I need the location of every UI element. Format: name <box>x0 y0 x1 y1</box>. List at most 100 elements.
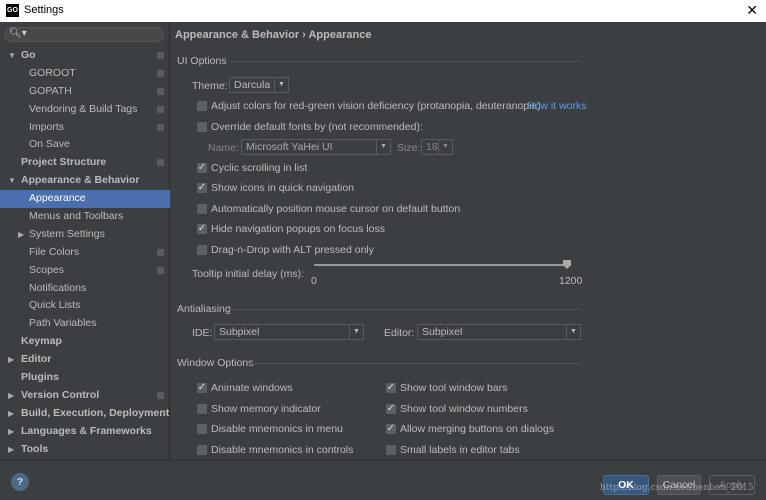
chevron-down-icon: ▼ <box>566 325 580 339</box>
sidebar-item-label: GOROOT <box>29 66 76 79</box>
editor-antialiasing-select[interactable]: Subpixel ▼ <box>417 324 581 340</box>
font-size-select[interactable]: 18 ▼ <box>421 139 453 155</box>
override-fonts-label: Override default fonts by (not recommend… <box>211 121 423 133</box>
auto-position-label: Automatically position mouse cursor on d… <box>211 203 461 215</box>
sidebar-item[interactable]: Imports <box>0 119 170 137</box>
window-option-checkbox[interactable]: ✓ <box>386 424 396 434</box>
ide-antialiasing-select[interactable]: Subpixel ▼ <box>214 324 364 340</box>
collapse-arrow-icon[interactable]: ▶ <box>8 405 14 423</box>
sidebar-item[interactable]: GOPATH <box>0 83 170 101</box>
sidebar-item[interactable]: Project Structure <box>0 154 170 172</box>
sidebar-item-label: Path Variables <box>29 317 97 330</box>
sidebar-item[interactable]: ▶ Build, Execution, Deployment <box>0 405 170 423</box>
window-option-checkbox[interactable]: ✓ <box>386 383 396 393</box>
cyclic-scrolling-label: Cyclic scrolling in list <box>211 162 308 174</box>
font-size-label: Size: <box>397 142 421 154</box>
hide-popups-checkbox[interactable]: ✓ <box>197 224 207 234</box>
theme-value: Darcula <box>234 79 271 91</box>
project-settings-icon <box>157 248 164 256</box>
project-settings-icon <box>157 87 164 95</box>
how-it-works-link[interactable]: How it works <box>527 100 587 112</box>
sidebar-item[interactable]: ▶ Version Control <box>0 387 170 405</box>
sidebar-item[interactable]: ▶ Editor <box>0 351 170 369</box>
tooltip-delay-slider[interactable] <box>314 260 571 274</box>
theme-label: Theme: <box>192 80 228 92</box>
adjust-colors-checkbox[interactable] <box>197 101 207 111</box>
sidebar-item[interactable]: Vendoring & Build Tags <box>0 101 170 119</box>
chevron-down-icon: ▼ <box>349 325 363 339</box>
close-icon[interactable]: ✕ <box>746 2 758 19</box>
expand-arrow-icon[interactable]: ▼ <box>8 47 16 65</box>
override-fonts-checkbox[interactable] <box>197 122 207 132</box>
sidebar-item-label: Build, Execution, Deployment <box>21 406 170 419</box>
tooltip-delay-label: Tooltip initial delay (ms): <box>192 268 305 280</box>
collapse-arrow-icon[interactable]: ▶ <box>8 351 14 369</box>
show-icons-label: Show icons in quick navigation <box>211 182 355 194</box>
collapse-arrow-icon[interactable]: ▶ <box>18 226 24 244</box>
slider-track <box>314 264 571 266</box>
sidebar-item[interactable]: Plugins <box>0 369 170 387</box>
sidebar-item-label: Appearance <box>29 192 86 205</box>
sidebar-item[interactable]: Appearance <box>0 190 170 209</box>
expand-arrow-icon[interactable]: ▼ <box>8 172 16 190</box>
project-settings-icon <box>157 159 164 167</box>
collapse-arrow-icon[interactable]: ▶ <box>8 441 14 459</box>
sidebar-item[interactable]: Keymap <box>0 333 170 351</box>
slider-max-label: 1200 <box>559 275 583 287</box>
sidebar-item-label: On Save <box>29 138 70 151</box>
settings-tree: ▼ Go GOROOT GOPATH Vendoring & Build Tags Imp… <box>0 47 170 458</box>
window-option-checkbox[interactable] <box>197 403 207 414</box>
collapse-arrow-icon[interactable]: ▶ <box>8 423 14 441</box>
search-input[interactable]: 🔍︎▾ <box>4 27 164 42</box>
collapse-arrow-icon[interactable]: ▶ <box>8 387 14 405</box>
window-option-checkbox[interactable] <box>386 444 396 455</box>
sidebar-item[interactable]: ▶ System Settings <box>0 226 170 244</box>
font-size-value: 18 <box>426 141 438 153</box>
section-title-window-options: Window Options <box>177 357 254 369</box>
window-option-checkbox[interactable] <box>197 444 207 455</box>
sidebar-item-label: GOPATH <box>29 84 72 97</box>
project-settings-icon <box>157 123 164 131</box>
sidebar-item[interactable]: On Save <box>0 136 170 154</box>
sidebar-item[interactable]: Notifications <box>0 280 170 298</box>
slider-thumb[interactable] <box>563 260 571 269</box>
editor-value: Subpixel <box>422 326 463 338</box>
sidebar-item[interactable]: Path Variables <box>0 315 170 333</box>
auto-position-checkbox[interactable] <box>197 204 207 214</box>
window-option-checkbox[interactable] <box>197 424 207 434</box>
window-option-label: Show tool window bars <box>400 382 508 394</box>
sidebar-item-label: Project Structure <box>21 156 107 169</box>
sidebar-item[interactable]: File Colors <box>0 244 170 262</box>
window-option-label: Show tool window numbers <box>400 402 528 415</box>
sidebar-item[interactable]: Menus and Toolbars <box>0 208 170 226</box>
chevron-down-icon: ▼ <box>438 140 452 154</box>
drag-drop-checkbox[interactable] <box>197 245 207 255</box>
sidebar-item[interactable]: GOROOT <box>0 65 170 83</box>
font-name-value: Microsoft YaHei UI <box>246 141 333 153</box>
font-name-select[interactable]: Microsoft YaHei UI ▼ <box>241 139 391 155</box>
sidebar-item-label: Notifications <box>29 281 87 294</box>
show-icons-checkbox[interactable]: ✓ <box>197 183 207 193</box>
project-settings-icon <box>157 69 164 77</box>
sidebar-item[interactable]: ▶ Languages & Frameworks <box>0 423 170 441</box>
sidebar-item-label: Tools <box>21 442 49 455</box>
sidebar-item-label: Scopes <box>29 263 65 276</box>
dialog-footer: ? OK Cancel Apply http://blog.csdn.net/b… <box>0 460 766 500</box>
project-settings-icon <box>157 266 164 274</box>
window-option-label: Disable mnemonics in controls <box>211 443 354 456</box>
sidebar-item[interactable]: ▼ Appearance & Behavior <box>0 172 170 190</box>
sidebar-item[interactable]: ▶ Tools <box>0 441 170 459</box>
window-option-checkbox[interactable]: ✓ <box>197 383 207 393</box>
sidebar-item[interactable]: Quick Lists <box>0 297 170 315</box>
window-option-label: Disable mnemonics in menu <box>211 423 343 435</box>
sidebar-item[interactable]: Scopes <box>0 262 170 280</box>
sidebar-item-label: Go <box>21 49 36 61</box>
sidebar-item[interactable]: ▼ Go <box>0 47 170 65</box>
theme-select[interactable]: Darcula ▼ <box>229 77 289 93</box>
breadcrumb: Appearance & Behavior › Appearance <box>175 29 372 41</box>
help-button[interactable]: ? <box>11 473 29 491</box>
window-option-checkbox[interactable]: ✓ <box>386 403 396 414</box>
divider <box>229 309 581 310</box>
cyclic-scrolling-checkbox[interactable]: ✓ <box>197 163 207 173</box>
slider-min-label: 0 <box>311 275 317 287</box>
